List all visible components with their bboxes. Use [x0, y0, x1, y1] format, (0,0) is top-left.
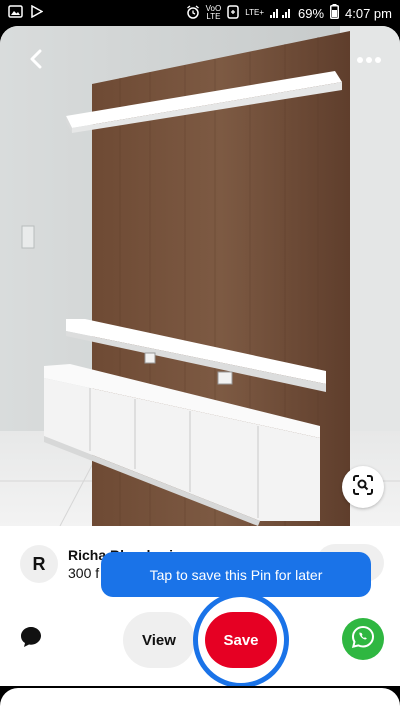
back-button[interactable]	[18, 46, 54, 76]
save-button[interactable]: Save	[205, 612, 277, 668]
more-options-button[interactable]	[354, 48, 384, 72]
comment-button[interactable]	[16, 624, 46, 654]
avatar[interactable]: R	[20, 545, 58, 583]
speech-bubble-icon	[19, 625, 43, 654]
clock: 4:07 pm	[345, 5, 392, 21]
status-bar: VoO LTE LTE+ 69% 4:07 pm	[0, 0, 400, 26]
whatsapp-share-button[interactable]	[342, 618, 384, 660]
pin-image[interactable]	[0, 26, 400, 526]
lte-plus-label: LTE+	[245, 8, 264, 17]
volte-icon: VoO LTE	[205, 4, 222, 21]
signal-icon	[269, 6, 292, 21]
battery-percent: 69%	[297, 5, 325, 21]
chevron-left-icon	[28, 49, 44, 74]
pin-card: R Richa Bhardwaj 300 f Tap to save this …	[0, 26, 400, 686]
bottom-sheet-peek[interactable]	[0, 688, 400, 711]
data-saver-icon	[227, 4, 239, 22]
alarm-icon	[186, 4, 200, 22]
save-tooltip[interactable]: Tap to save this Pin for later	[101, 552, 371, 597]
battery-icon	[330, 4, 340, 22]
play-store-icon	[31, 4, 44, 21]
more-dots-icon	[356, 51, 382, 69]
visual-search-button[interactable]	[342, 466, 384, 508]
gallery-icon	[8, 5, 23, 21]
lens-icon	[352, 474, 374, 501]
view-button[interactable]: View	[123, 612, 195, 668]
whatsapp-icon	[350, 624, 376, 655]
